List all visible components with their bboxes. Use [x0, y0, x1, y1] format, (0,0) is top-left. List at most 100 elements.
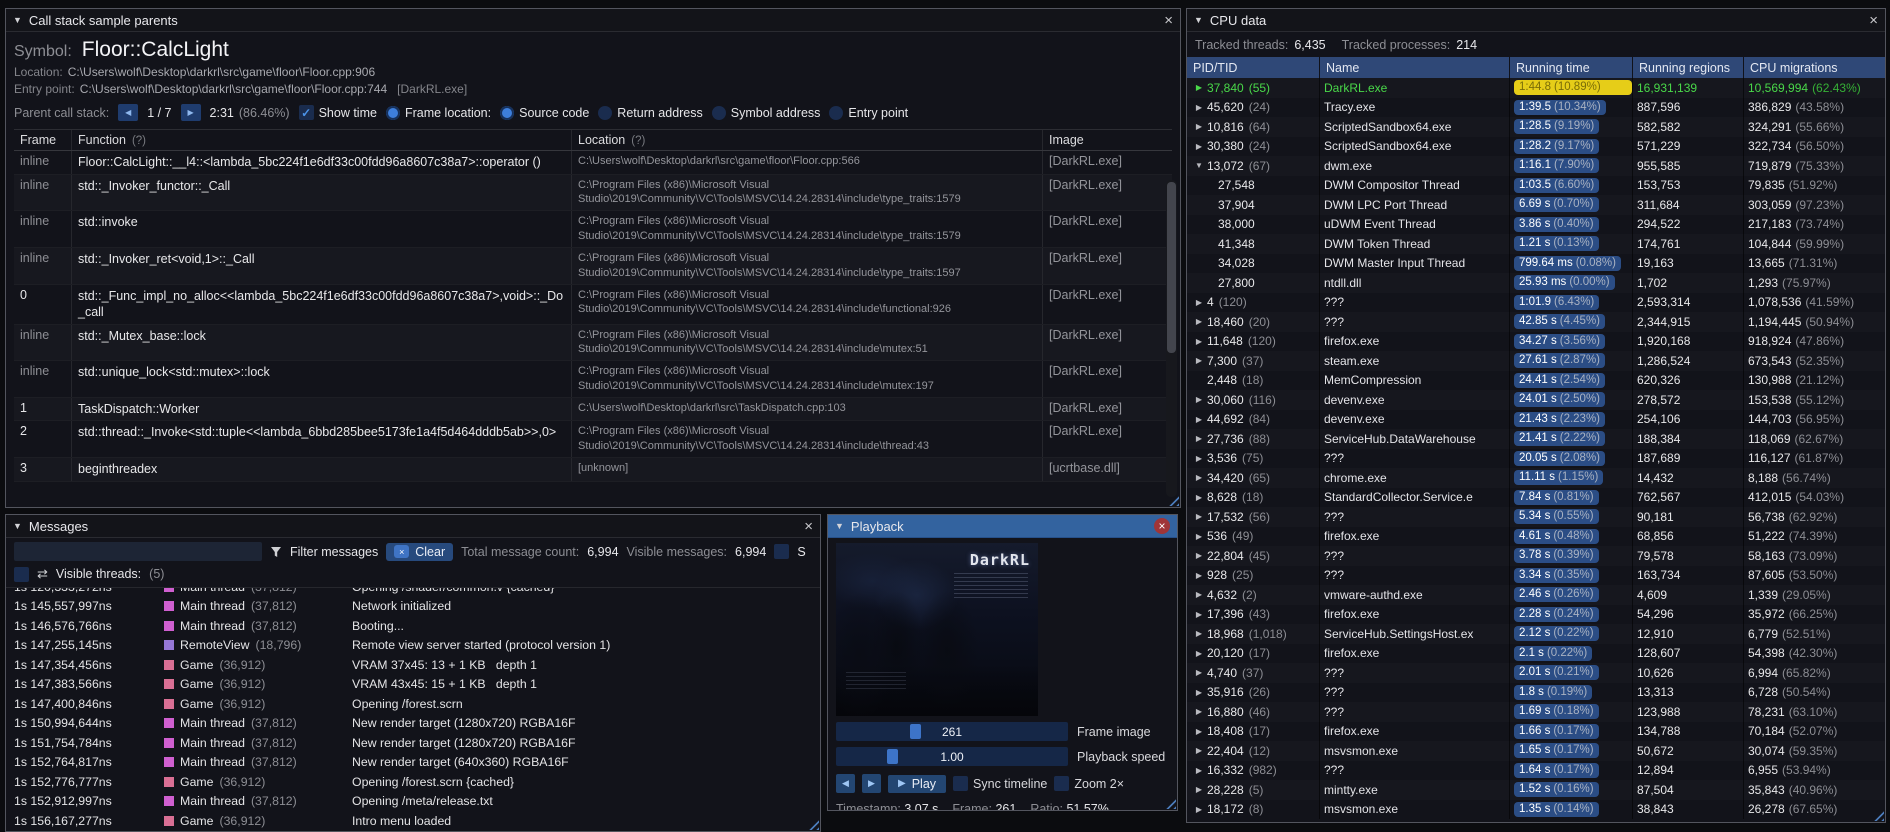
expand-icon[interactable]: ▶	[1191, 83, 1207, 92]
radio-source-code[interactable]: Source code	[500, 105, 589, 120]
cpu-row[interactable]: ▶ 4 (120)??? 1:01.9 (6.43%) 2,593,314 1,078,53…	[1187, 292, 1885, 312]
expand-icon[interactable]: ▶	[1191, 434, 1207, 443]
cpu-row[interactable]: ▶ 22,404 (12) msvsmon.exe 1.65 s (0.17%) 50,67…	[1187, 741, 1885, 761]
expand-icon[interactable]: ▶	[1191, 551, 1207, 560]
message-row[interactable]: 1s 152,764,817ns Main thread (37,812) New r…	[14, 753, 812, 773]
show-time-control[interactable]: Show time	[298, 105, 377, 120]
collapse-icon[interactable]: ▼	[13, 521, 22, 531]
next-callstack-button[interactable]: ▶	[180, 104, 201, 121]
cpu-row[interactable]: ▶ 34,420 (65) chrome.exe 11.11 s (1.15%) 14,43…	[1187, 468, 1885, 488]
collapse-icon[interactable]: ▼	[1194, 15, 1203, 25]
cpu-row[interactable]: ▶ 928 (25)??? 3.34 s (0.35%) 163,734 87,605 (53…	[1187, 565, 1885, 585]
zoom-checkbox[interactable]	[1054, 776, 1070, 791]
cpu-row[interactable]: ▶ 16,880 (46)??? 1.69 s (0.18%) 123,988 78,231…	[1187, 702, 1885, 722]
cpu-row[interactable]: 27,548 DWM Compositor Thread 1:03.5 (6.60%)…	[1187, 175, 1885, 195]
cpu-row[interactable]: ▶ 18,172 (8) msvsmon.exe 1.35 s (0.14%) 38,843…	[1187, 799, 1885, 819]
callstack-titlebar[interactable]: ▼ Call stack sample parents ×	[6, 9, 1180, 32]
cpu-row[interactable]: ▶ 16,332 (982)??? 1.64 s (0.17%) 12,894 6,955(…	[1187, 760, 1885, 780]
expand-icon[interactable]: ▶	[1191, 766, 1207, 775]
visible-threads-label[interactable]: Visible threads:	[56, 567, 141, 581]
callstack-row[interactable]: 0 std::_Func_impl_no_alloc<<lambda_5bc224…	[14, 284, 1172, 325]
expand-icon[interactable]: ▶	[1191, 103, 1207, 112]
expand-icon[interactable]: ▶	[1191, 571, 1207, 580]
cpu-row[interactable]: 41,348 DWM Token Thread 1.21 s (0.13%) 174,7…	[1187, 234, 1885, 254]
message-row[interactable]: 1s 151,754,784ns Main thread (37,812) New r…	[14, 733, 812, 753]
messages-titlebar[interactable]: ▼ Messages ×	[6, 515, 820, 538]
cpu-row[interactable]: ▶ 7,300 (37) steam.exe 27.61 s (2.87%) 1,286,5…	[1187, 351, 1885, 371]
cpu-row[interactable]: ▶ 4,740 (37)??? 2.01 s (0.21%) 10,626 6,994 (65…	[1187, 663, 1885, 683]
expand-icon[interactable]: ▶	[1191, 649, 1207, 658]
close-icon[interactable]: ×	[804, 519, 813, 534]
speed-slider[interactable]: 1.00	[836, 747, 1068, 766]
close-icon[interactable]: ×	[1164, 13, 1173, 28]
expand-icon[interactable]: ▶	[1191, 727, 1207, 736]
callstack-row[interactable]: 3 beginthreadex [unknown] [ucrtbase.dll]	[14, 458, 1172, 482]
expand-icon[interactable]: ▶	[1191, 532, 1207, 541]
expand-icon[interactable]: ▶	[1191, 805, 1207, 814]
collapse-icon[interactable]: ▼	[835, 521, 844, 531]
prev-frame-button[interactable]: ◀	[836, 774, 855, 793]
cpu-row[interactable]: ▶ 17,532 (56)??? 5.34 s (0.55%) 90,181 56,738(…	[1187, 507, 1885, 527]
message-row[interactable]: 1s 147,400,846ns Game (36,912) Opening /for…	[14, 694, 812, 714]
sync-timeline-checkbox[interactable]	[953, 776, 969, 791]
message-row[interactable]: 1s 120,333,272nsMain thread(37,812)Openi…	[14, 588, 812, 597]
clipped-checkbox[interactable]	[774, 544, 790, 559]
radio-entry-point[interactable]: Entry point	[829, 105, 908, 120]
next-frame-button[interactable]: ▶	[862, 774, 881, 793]
cpu-row[interactable]: ▶ 11,648 (120) firefox.exe 34.27 s (3.56%) 1,9…	[1187, 331, 1885, 351]
expand-icon[interactable]: ▶	[1191, 142, 1207, 151]
threads-checkbox[interactable]	[14, 566, 29, 582]
scrollbar-thumb[interactable]	[1167, 182, 1176, 354]
cpu-row[interactable]: 27,800 ntdll.dll 25.93 ms (0.00%) 1,702 1,293…	[1187, 273, 1885, 293]
expand-icon[interactable]: ▶	[1191, 454, 1207, 463]
message-row[interactable]: 1s 152,776,777ns Game (36,912) Opening /for…	[14, 772, 812, 792]
message-row[interactable]: 1s 150,994,644ns Main thread (37,812) New r…	[14, 714, 812, 734]
function-help-icon[interactable]: (?)	[132, 135, 146, 147]
message-row[interactable]: 1s 147,255,145ns RemoteView (18,796) Remote…	[14, 636, 812, 656]
cpu-row[interactable]: ▶ 30,060 (116) devenv.exe 24.01 s (2.50%) 278,…	[1187, 390, 1885, 410]
expand-icon[interactable]: ▶	[1191, 337, 1207, 346]
expand-icon[interactable]: ▶	[1191, 746, 1207, 755]
cpu-row[interactable]: ▼ 13,072 (67) dwm.exe 1:16.1 (7.90%) 955,585 71…	[1187, 156, 1885, 176]
callstack-row[interactable]: inline std::_Mutex_base::lock C:\Program F…	[14, 324, 1172, 362]
cpu-row[interactable]: ▶ 35,916 (26)??? 1.8 s (0.19%) 13,313 6,728 (50…	[1187, 682, 1885, 702]
location-help-icon[interactable]: (?)	[631, 135, 645, 147]
cpu-row[interactable]: 38,000 uDWM Event Thread 3.86 s (0.40%) 294,…	[1187, 214, 1885, 234]
play-button[interactable]: ▶ Play	[888, 774, 947, 793]
cpu-row[interactable]: ▶ 22,804 (45)??? 3.78 s (0.39%) 79,578 58,163(…	[1187, 546, 1885, 566]
message-row[interactable]: 1s 152,912,997ns Main thread (37,812) Openi…	[14, 792, 812, 812]
expand-icon[interactable]: ▶	[1191, 590, 1207, 599]
callstack-row[interactable]: inline std::_Invoker_ret<void,1>::_Call C:…	[14, 247, 1172, 285]
callstack-scrollbar[interactable]	[1166, 180, 1177, 497]
close-icon[interactable]: ×	[1154, 518, 1170, 534]
cpu-row[interactable]: ▶ 44,692 (84) devenv.exe 21.43 s (2.23%) 254,1…	[1187, 409, 1885, 429]
cpu-row[interactable]: 37,904 DWM LPC Port Thread 6.69 s (0.70%) 31…	[1187, 195, 1885, 215]
col-cpu-migrations[interactable]: CPU migrations	[1744, 57, 1885, 78]
frame-slider[interactable]: 261	[836, 722, 1068, 741]
filter-input[interactable]	[14, 542, 262, 561]
cpu-row[interactable]: ▶ 28,228 (5) mintty.exe 1.52 s (0.16%) 87,504 3…	[1187, 780, 1885, 800]
expand-icon[interactable]: ▶	[1191, 688, 1207, 697]
callstack-row[interactable]: 1 TaskDispatch::Worker C:\Users\wolf\Deskt…	[14, 397, 1172, 422]
callstack-row[interactable]: 2 std::thread::_Invoke<std::tuple<<lambda…	[14, 421, 1172, 459]
radio-return-address[interactable]: Return address	[598, 105, 703, 120]
cpu-row[interactable]: ▶ 45,620 (24) Tracy.exe 1:39.5 (10.34%) 887,59…	[1187, 97, 1885, 117]
return-address-radio-icon[interactable]	[598, 105, 613, 120]
cpu-row[interactable]: ▶ 30,380 (24) ScriptedSandbox64.exe 1:28.2 (9…	[1187, 136, 1885, 156]
expand-icon[interactable]: ▶	[1191, 668, 1207, 677]
collapse-icon[interactable]: ▼	[13, 15, 22, 25]
sync-timeline-control[interactable]: Sync timeline	[953, 776, 1047, 791]
col-name[interactable]: Name	[1320, 57, 1510, 78]
expand-icon[interactable]: ▶	[1191, 473, 1207, 482]
expand-icon[interactable]: ▶	[1191, 707, 1207, 716]
entry-point-radio-icon[interactable]	[829, 105, 844, 120]
cpu-row[interactable]: ▶ 10,816 (64) ScriptedSandbox64.exe 1:28.5 (9…	[1187, 117, 1885, 137]
source-code-radio-icon[interactable]	[500, 105, 515, 120]
cpu-row[interactable]: ▶ 27,736 (88) ServiceHub.DataWarehouse 21.41…	[1187, 429, 1885, 449]
expand-icon[interactable]: ▶	[1191, 298, 1207, 307]
cpu-row[interactable]: ▶ 20,120 (17) firefox.exe 2.1 s (0.22%) 128,60…	[1187, 643, 1885, 663]
cpu-row[interactable]: ▶ 8,628 (18) StandardCollector.Service.e 7.8…	[1187, 487, 1885, 507]
expand-icon[interactable]: ▶	[1191, 629, 1207, 638]
cpu-row[interactable]: ▶ 37,840 (55) DarkRL.exe 1:44.8 (10.89%) 16,93…	[1187, 78, 1885, 98]
swap-icon[interactable]: ⇄	[37, 566, 48, 582]
